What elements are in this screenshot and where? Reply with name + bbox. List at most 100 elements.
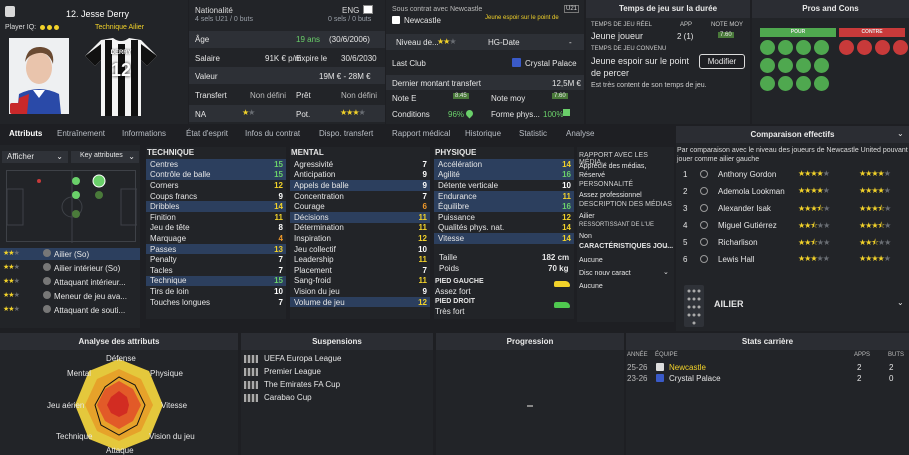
career-row[interactable]: 25-26 Newcastle 2 2	[626, 362, 909, 373]
role-row[interactable]: ★★★ Attaquant intérieur...	[0, 276, 140, 288]
physique-column: PHYSIQUE Accélération 14 Agilité 16 Détente …	[434, 147, 574, 319]
attribute-row[interactable]: Coups francs 9	[146, 191, 286, 202]
comparison-row[interactable]: 5 Richarlison ★★⯪★★ ★★⯪★★	[676, 235, 909, 252]
modify-button[interactable]: Modifier	[699, 54, 745, 69]
chevron-down-icon[interactable]: ⌄	[663, 242, 669, 250]
attribute-row[interactable]: Vision du jeu 9	[290, 286, 430, 297]
attribute-row[interactable]: Agilité 16	[434, 169, 574, 181]
tab-dispo-transfert[interactable]: Dispo. transfert	[319, 129, 373, 138]
attribute-row[interactable]: Penalty 7	[146, 254, 286, 265]
tab-attributs[interactable]: Attributs	[9, 129, 42, 138]
attribute-row[interactable]: Jeu de tête 8	[146, 223, 286, 234]
con-trait-icon[interactable]	[893, 40, 908, 55]
tab-analyse[interactable]: Analyse	[566, 129, 594, 138]
pro-trait-icon[interactable]	[778, 76, 793, 91]
tab-statistic[interactable]: Statistic	[519, 129, 547, 138]
contract-promise: Jeune espoir sur le point de	[485, 15, 559, 21]
attribute-row[interactable]: Touches longues 7	[146, 297, 286, 308]
comparison-row[interactable]: 1 Anthony Gordon ★★★★★ ★★★★★	[676, 167, 909, 184]
tab-informations[interactable]: Informations	[122, 129, 166, 138]
comparison-row[interactable]: 4 Miguel Gutiérrez ★★⯪★★ ★★★⯪★	[676, 218, 909, 235]
attribute-row[interactable]: Volume de jeu 12	[290, 296, 430, 308]
role-row[interactable]: ★★★ Ailier (So)	[0, 248, 140, 260]
attribute-row[interactable]: Contrôle de balle 15	[146, 169, 286, 181]
con-trait-icon[interactable]	[857, 40, 872, 55]
attribute-row[interactable]: Placement 7	[290, 265, 430, 276]
attribute-row[interactable]: Dribbles 14	[146, 201, 286, 212]
pro-trait-icon[interactable]	[778, 58, 793, 73]
player-status-icon	[700, 187, 708, 195]
pro-trait-icon[interactable]	[814, 40, 829, 55]
attribute-row[interactable]: Appels de balle 9	[290, 180, 430, 191]
attribute-row[interactable]: Accélération 14	[434, 159, 574, 170]
chevron-down-icon[interactable]: ⌄	[897, 298, 904, 307]
tab-etat-esprit[interactable]: État d'esprit	[186, 129, 228, 138]
pro-trait-icon[interactable]	[814, 76, 829, 91]
playtime-agreed-value: Jeune espoir sur le point de percer	[591, 56, 690, 78]
competition-icon	[244, 354, 258, 363]
transfer-value: Non défini	[250, 91, 287, 100]
attribute-row[interactable]: Équilibre 16	[434, 201, 574, 212]
pro-trait-icon[interactable]	[814, 58, 829, 73]
career-apps: 2	[857, 374, 862, 383]
tab-historique[interactable]: Historique	[465, 129, 501, 138]
comparison-row[interactable]: 6 Lewis Hall ★★★★★ ★★★★★	[676, 252, 909, 269]
con-trait-icon[interactable]	[839, 40, 854, 55]
disc-title[interactable]: Disc nouv caract	[579, 270, 631, 277]
caracteristiques-title[interactable]: CARACTÉRISTIQUES JOU...	[579, 243, 673, 250]
attribute-row[interactable]: Inspiration 12	[290, 233, 430, 244]
attribute-row[interactable]: Technique 15	[146, 275, 286, 287]
pro-trait-icon[interactable]	[796, 76, 811, 91]
lastclub-value[interactable]: Crystal Palace	[525, 59, 577, 68]
comparison-row[interactable]: 3 Alexander Isak ★★★⯪★ ★★★⯪★	[676, 201, 909, 218]
tab-rapport-medical[interactable]: Rapport médical	[392, 129, 450, 138]
comparison-row[interactable]: 2 Ademola Lookman ★★★★★ ★★★★★	[676, 184, 909, 201]
attribute-row[interactable]: Centres 15	[146, 159, 286, 170]
attribute-row[interactable]: Corners 12	[146, 180, 286, 191]
attribute-row[interactable]: Détente verticale 10	[434, 180, 574, 191]
role-row[interactable]: ★★★ Attaquant de souti...	[0, 304, 140, 316]
chevron-down-icon[interactable]: ⌄	[663, 268, 669, 276]
attribute-row[interactable]: Qualités phys. nat. 14	[434, 223, 574, 234]
player-name[interactable]: 12. Jesse Derry	[66, 9, 129, 19]
attribute-row[interactable]: Tacles 7	[146, 265, 286, 276]
attribute-row[interactable]: Courage 6	[290, 201, 430, 212]
pro-trait-icon[interactable]	[778, 40, 793, 55]
attribute-row[interactable]: Jeu collectif 10	[290, 244, 430, 255]
contract-club[interactable]: Newcastle	[404, 16, 441, 25]
pro-trait-icon[interactable]	[796, 58, 811, 73]
attribute-row[interactable]: Décisions 11	[290, 211, 430, 223]
attribute-row[interactable]: Finition 11	[146, 212, 286, 223]
career-row[interactable]: 23-26 Crystal Palace 2 0	[626, 373, 909, 384]
attribute-value: 7	[278, 265, 283, 275]
playtime-app-label: APP	[680, 22, 693, 28]
tab-infos-contrat[interactable]: Infos du contrat	[245, 129, 300, 138]
pro-trait-icon[interactable]	[760, 40, 775, 55]
pro-trait-icon[interactable]	[760, 76, 775, 91]
attribute-value: 6	[422, 202, 427, 212]
keyattr-dropdown[interactable]: Key attributes ⌄	[71, 151, 139, 163]
pro-trait-icon[interactable]	[760, 58, 775, 73]
chevron-down-icon[interactable]: ⌄	[897, 129, 904, 138]
role-row[interactable]: ★★★ Ailier intérieur (So)	[0, 262, 140, 274]
attribute-row[interactable]: Passes 13	[146, 243, 286, 255]
afficher-dropdown[interactable]: Afficher ⌄	[2, 151, 68, 163]
attribute-row[interactable]: Anticipation 9	[290, 170, 430, 181]
comparison-current-stars: ★★★⯪★	[798, 204, 830, 213]
attribute-row[interactable]: Marquage 4	[146, 233, 286, 244]
attribute-row[interactable]: Sang-froid 11	[290, 276, 430, 287]
attribute-row[interactable]: Puissance 12	[434, 212, 574, 223]
tab-entrainement[interactable]: Entraînement	[57, 129, 105, 138]
attribute-row[interactable]: Détermination 11	[290, 223, 430, 234]
attribute-row[interactable]: Tirs de loin 10	[146, 286, 286, 297]
pro-trait-icon[interactable]	[796, 40, 811, 55]
con-trait-icon[interactable]	[875, 40, 890, 55]
age-label: Âge	[195, 35, 210, 44]
attribute-value: 16	[562, 170, 571, 180]
attribute-row[interactable]: Endurance 11	[434, 190, 574, 202]
attribute-row[interactable]: Concentration 7	[290, 191, 430, 202]
role-row[interactable]: ★★★ Meneur de jeu ava...	[0, 290, 140, 302]
attribute-row[interactable]: Vitesse 14	[434, 233, 574, 244]
attribute-row[interactable]: Leadership 11	[290, 254, 430, 265]
attribute-row[interactable]: Agressivité 7	[290, 159, 430, 170]
